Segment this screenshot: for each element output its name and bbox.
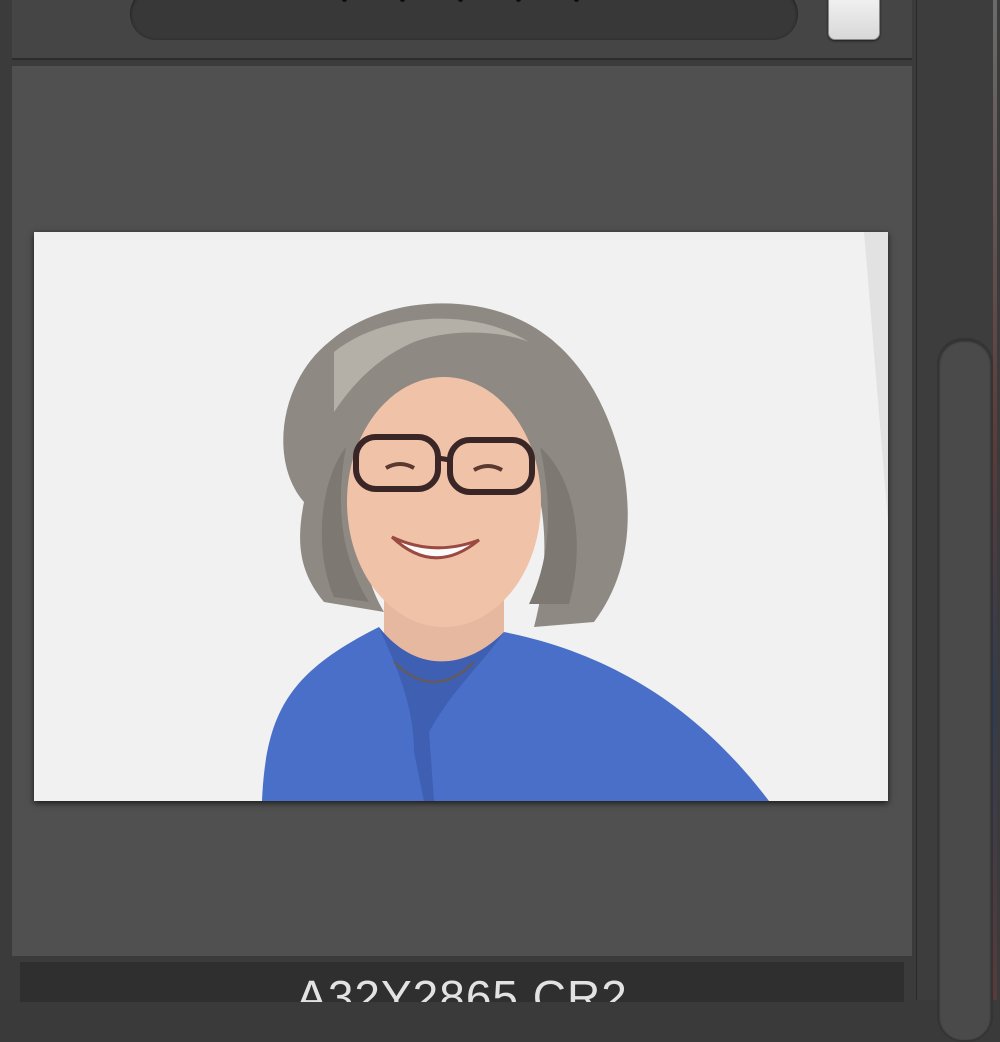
photo-viewer-window: A32Y2865.CR2 [0,0,1000,1042]
portrait-photo [34,232,888,801]
toolbar-button[interactable] [828,0,880,40]
scrollbar-thumb[interactable] [937,338,993,1042]
photo-thumbnail[interactable] [34,232,888,801]
page-dot[interactable] [342,0,347,2]
preview-panel [12,66,912,956]
scrollbar[interactable] [916,0,997,1042]
page-dot[interactable] [516,0,521,2]
window-edge [993,0,997,1000]
filename-bar: A32Y2865.CR2 [20,962,904,1002]
page-dot[interactable] [400,0,405,2]
page-indicator[interactable] [130,0,798,40]
top-toolbar [12,0,912,60]
filename-label: A32Y2865.CR2 [296,971,628,1002]
page-dot[interactable] [574,0,579,2]
page-dot[interactable] [458,0,463,2]
